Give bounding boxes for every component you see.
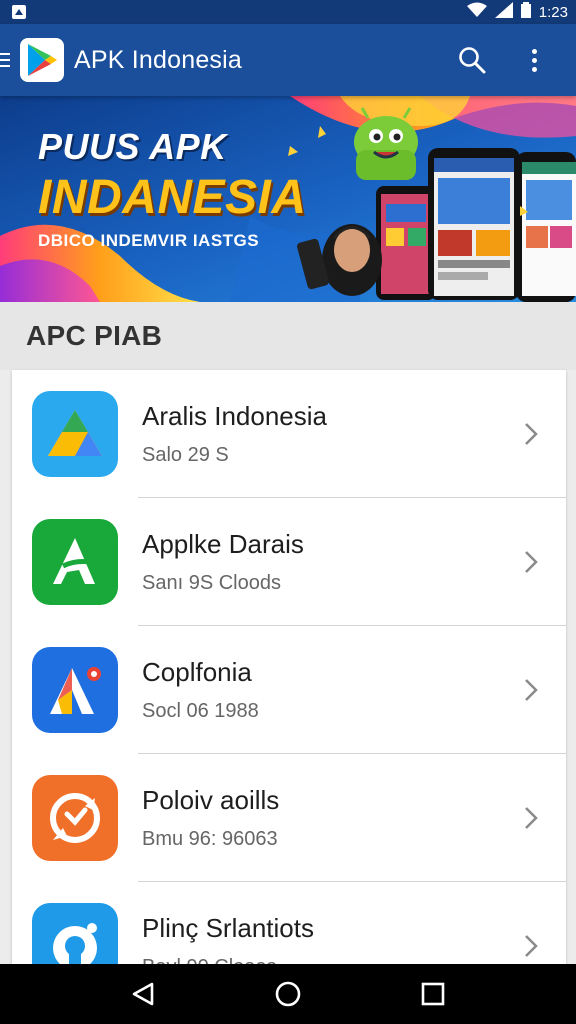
app-subtitle: Sanı 9S Cloods [142,572,281,594]
app-name: Coplfonia [142,657,252,687]
app-subtitle: Socl 06 1988 [142,700,259,722]
app-name: Applke Darais [142,529,304,559]
back-icon[interactable] [118,969,168,1019]
location-app-icon [32,903,118,964]
triangle-app-icon [32,391,118,477]
list-item[interactable]: Plinç Srlantiots Bavl 90 Cloaes [12,882,566,964]
navigation-bar [0,964,576,1024]
app-name: Aralis Indonesia [142,401,327,431]
app-subtitle: Salo 29 S [142,444,229,466]
status-time: 1:23 [538,3,568,21]
app-bar: APK Indonesia [0,24,576,96]
status-bar: 1:23 [0,0,576,24]
notification-icon [8,4,30,20]
home-icon[interactable] [263,969,313,1019]
chat-bubble-app-icon [32,775,118,861]
list-item[interactable]: Coplfonia Socl 06 1988 [12,626,566,754]
a-letter-app-icon [32,647,118,733]
screen: 1:23 APK Indonesia PUUS APK INDANESIA DB… [0,0,576,1024]
section-header: APC PIAB [0,302,576,370]
a-letter-app-icon [32,519,118,605]
chevron-right-icon [506,916,556,964]
app-subtitle: Bmu 96: 96063 [142,828,278,850]
list-item[interactable]: Poloiv aoills Bmu 96: 96063 [12,754,566,882]
section-title: APC PIAB [26,320,163,351]
banner-heading: PUUS APK [38,126,227,167]
app-name: Plinç Srlantiots [142,913,314,943]
banner-subtitle: DBICO INDEMVIR IASTGS [38,231,260,250]
promo-banner[interactable]: PUUS APK INDANESIA DBICO INDEMVIR IASTGS [0,96,576,302]
signal-icon [494,2,513,22]
play-store-logo-icon [20,38,64,82]
search-icon[interactable] [456,44,488,76]
chevron-right-icon [506,660,556,720]
more-vert-icon[interactable] [518,44,550,76]
battery-icon [520,2,531,22]
chevron-right-icon [506,532,556,592]
chevron-right-icon [506,788,556,848]
chevron-right-icon [506,404,556,464]
list-item[interactable]: Applke Darais Sanı 9S Cloods [12,498,566,626]
wifi-icon [466,2,487,22]
menu-icon[interactable] [0,24,18,96]
banner-title: INDANESIA [38,171,307,224]
banner-text: PUUS APK INDANESIA DBICO INDEMVIR IASTGS [38,126,307,251]
app-name: Poloiv aoills [142,785,280,815]
app-subtitle: Bavl 90 Cloaes [142,956,506,964]
list-item[interactable]: Aralis Indonesia Salo 29 S [12,370,566,498]
app-list: Aralis Indonesia Salo 29 S Applke Darais… [12,370,566,964]
app-title: APK Indonesia [74,45,242,74]
recents-icon[interactable] [408,969,458,1019]
